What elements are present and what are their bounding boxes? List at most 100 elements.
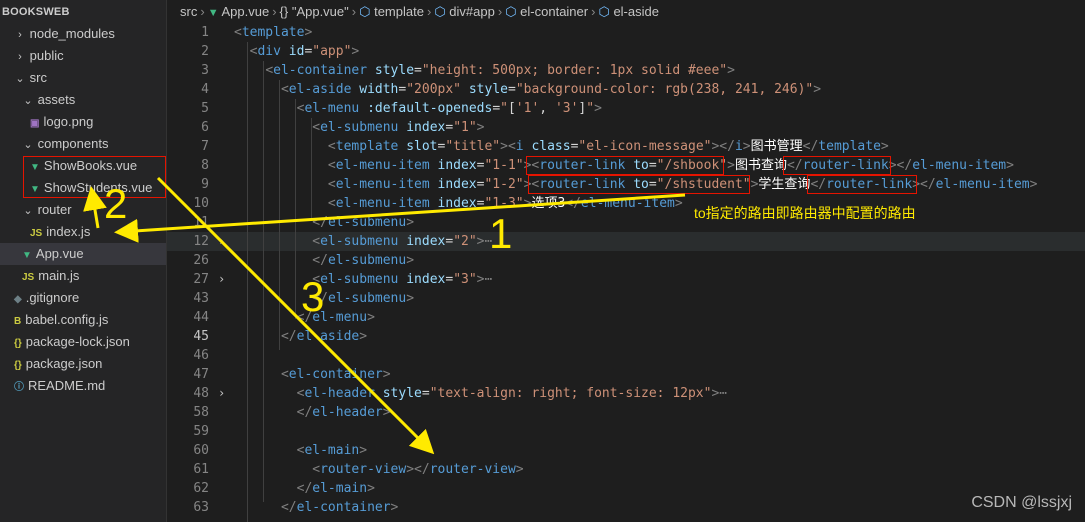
annotation-note: to指定的路由即路由器中配置的路由 [694, 205, 916, 221]
line-number: 62 [193, 481, 209, 496]
chevron-down-icon[interactable]: ⌄ [14, 68, 26, 90]
chevron-down-icon[interactable]: ⌄ [22, 134, 34, 156]
explorer-item[interactable]: {} package.json [0, 353, 166, 375]
explorer-item[interactable]: ▣ logo.png [0, 111, 166, 133]
line-number: 59 [193, 424, 209, 439]
explorer-item[interactable]: ⌄ components [0, 133, 166, 155]
code-line[interactable]: 45 </el-aside> [167, 327, 1085, 346]
json-icon: {} [14, 360, 22, 371]
image-icon: ▣ [30, 118, 40, 129]
fold-chevron-icon[interactable]: › [218, 270, 225, 289]
js-icon: JS [22, 272, 35, 283]
line-number: 11 [193, 215, 209, 230]
code-text: <el-container> [280, 367, 391, 382]
line-number: 7 [201, 139, 209, 154]
code-line[interactable]: 3 <el-container style="height: 500px; bo… [167, 61, 1085, 80]
explorer-item[interactable]: JS index.js [0, 221, 166, 243]
breadcrumb-file[interactable]: App.vue [221, 4, 269, 19]
line-number: 58 [193, 405, 209, 420]
code-line[interactable]: 4 <el-aside width="200px" style="backgro… [167, 80, 1085, 99]
breadcrumb-src[interactable]: src [180, 4, 197, 19]
chevron-right-icon: › [351, 4, 357, 19]
explorer-item-label: package.json [25, 356, 103, 371]
code-line[interactable]: 61 <router-view></router-view> [167, 460, 1085, 479]
line-number: 61 [193, 462, 209, 477]
annotation-number-1: 1 [489, 210, 513, 257]
indent-guide [295, 99, 296, 319]
code-line[interactable]: 26 </el-submenu> [167, 251, 1085, 270]
breadcrumb-container[interactable]: el-container [520, 4, 588, 19]
explorer-item-label: App.vue [35, 246, 84, 261]
fold-chevron-icon[interactable]: › [218, 232, 225, 251]
code-text: <el-menu-item index="1-3">选项3</el-menu-i… [327, 196, 683, 211]
explorer-item[interactable]: ⌄ assets [0, 89, 166, 111]
chevron-down-icon[interactable]: ⌄ [22, 90, 34, 112]
explorer-item[interactable]: ⓘ README.md [0, 375, 166, 397]
code-line[interactable]: 48 › <el-header style="text-align: right;… [167, 384, 1085, 403]
explorer-item-label: .gitignore [25, 290, 80, 305]
code-line[interactable]: 11 </el-submenu> [167, 213, 1085, 232]
explorer-item[interactable]: › public [0, 45, 166, 67]
explorer-item-label: src [29, 70, 47, 85]
chevron-right-icon: › [200, 4, 205, 19]
explorer-item[interactable]: ⌄ src [0, 67, 166, 89]
code-line[interactable]: 58 </el-header> [167, 403, 1085, 422]
explorer-title: BOOKSWEB [2, 6, 70, 18]
code-line[interactable]: 2 <div id="app"> [167, 42, 1085, 61]
code-text: <el-menu :default-openeds="['1', '3']"> [296, 101, 602, 116]
code-line[interactable]: 46 [167, 346, 1085, 365]
explorer-item[interactable]: › node_modules [0, 23, 166, 45]
code-line[interactable]: 12 › <el-submenu index="2">⋯ [167, 232, 1085, 251]
git-icon: ◆ [14, 294, 22, 305]
code-line[interactable]: 10 <el-menu-item index="1-3">选项3</el-men… [167, 194, 1085, 213]
code-text: <router-view></router-view> [312, 462, 524, 477]
chevron-right-icon[interactable]: › [14, 46, 26, 68]
explorer-item-label: router [37, 202, 72, 217]
code-line[interactable]: 59 [167, 422, 1085, 441]
code-line[interactable]: 6 <el-submenu index="1"> [167, 118, 1085, 137]
json-icon: {} [14, 338, 22, 349]
breadcrumb-object[interactable]: {} "App.vue" [280, 4, 349, 19]
vue-icon: ▼ [207, 7, 219, 19]
explorer-item[interactable]: ◆ .gitignore [0, 287, 166, 309]
code-line[interactable]: 1 <template> [167, 23, 1085, 42]
info-icon: ⓘ [14, 382, 24, 393]
chevron-down-icon[interactable]: ⌄ [22, 200, 34, 222]
breadcrumb-div[interactable]: div#app [449, 4, 495, 19]
code-text: <el-container style="height: 500px; bord… [265, 63, 735, 78]
chevron-right-icon: › [497, 4, 503, 19]
code-text: <template> [234, 25, 313, 40]
fold-chevron-icon[interactable]: › [218, 384, 225, 403]
highlight-box-close-shstudent [807, 175, 917, 194]
explorer-item[interactable]: ▼ App.vue [0, 243, 166, 265]
line-number: 45 [193, 329, 209, 344]
explorer-item[interactable]: {} package-lock.json [0, 331, 166, 353]
breadcrumb-aside[interactable]: el-aside [613, 4, 659, 19]
explorer-item-label: logo.png [43, 114, 94, 129]
line-number: 10 [193, 196, 209, 211]
highlight-box-showbooks [23, 156, 166, 198]
code-text: </el-aside> [280, 329, 368, 344]
explorer-item[interactable]: ⌄ router [0, 199, 166, 221]
breadcrumb-template[interactable]: template [374, 4, 424, 19]
line-number: 43 [193, 291, 209, 306]
explorer-item-label: babel.config.js [25, 312, 109, 327]
code-text: </el-container> [280, 500, 399, 515]
code-line[interactable]: 62 </el-main> [167, 479, 1085, 498]
annotation-number-2: 2 [104, 180, 128, 227]
code-line[interactable]: 47 <el-container> [167, 365, 1085, 384]
code-line[interactable]: 7 <template slot="title"><i class="el-ic… [167, 137, 1085, 156]
code-line[interactable]: 5 <el-menu :default-openeds="['1', '3']"… [167, 99, 1085, 118]
chevron-right-icon: › [272, 4, 277, 19]
code-line[interactable]: 63 </el-container> [167, 498, 1085, 517]
explorer-item-label: package-lock.json [25, 334, 130, 349]
explorer-item-label: node_modules [29, 26, 115, 41]
code-text: <div id="app"> [249, 44, 360, 59]
editor-pane: src › ▼ App.vue ›{} "App.vue" › ⬡ template › ⬡ … [167, 0, 1085, 522]
code-text: <el-submenu index="2">⋯ [312, 234, 493, 249]
explorer-item[interactable]: Bbabel.config.js [0, 309, 166, 331]
explorer-item[interactable]: JS main.js [0, 265, 166, 287]
chevron-right-icon[interactable]: › [14, 24, 26, 46]
code-line[interactable]: 60 <el-main> [167, 441, 1085, 460]
explorer-sidebar: BOOKSWEB › node_modules › public ⌄ src ⌄ as… [0, 0, 166, 522]
